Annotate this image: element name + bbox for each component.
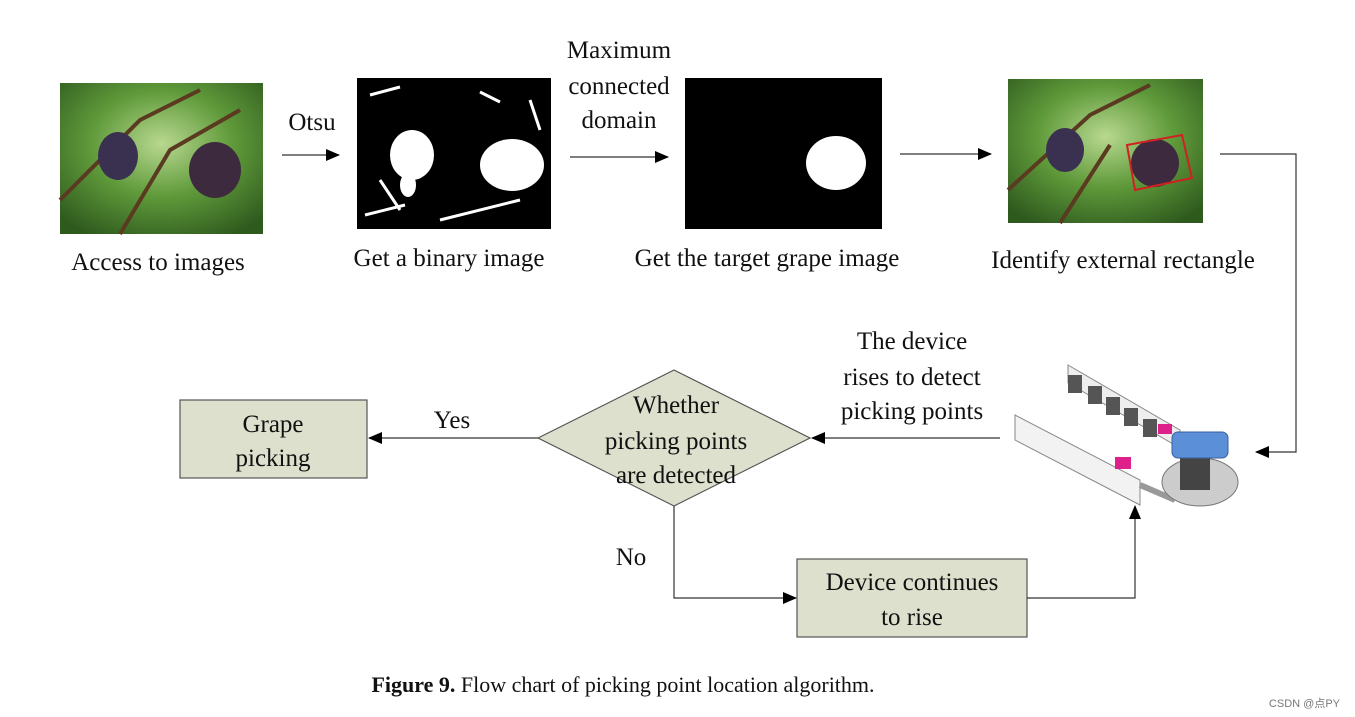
decision-line-1: Whether: [633, 392, 720, 419]
grape-picking-line-1: Grape: [242, 411, 303, 438]
decision-line-3: are detected: [616, 462, 737, 489]
step-label-target: Get the target grape image: [635, 245, 900, 272]
step-label-access: Access to images: [71, 249, 245, 276]
flowchart: Access to images Otsu Get a binary image…: [58, 37, 1341, 710]
watermark: CSDN @点PY: [1269, 697, 1341, 710]
grape-rectangle-photo: [1006, 79, 1203, 225]
max-connected-label-2: connected: [568, 73, 670, 100]
no-label: No: [616, 544, 647, 571]
arrow: [1027, 505, 1141, 599]
yes-label: Yes: [434, 407, 470, 434]
caption-text: Flow chart of picking point location alg…: [455, 672, 874, 697]
continue-line-1: Device continues: [826, 569, 999, 596]
max-connected-label-3: domain: [582, 107, 657, 134]
device-note-3: picking points: [841, 398, 983, 425]
binary-image: [357, 78, 551, 229]
grape-picking-line-2: picking: [236, 445, 311, 472]
step-label-binary: Get a binary image: [354, 245, 545, 272]
step-label-rectangle: Identify external rectangle: [991, 247, 1255, 274]
device-note-2: rises to detect: [843, 364, 981, 391]
figure-caption: Figure 9. Flow chart of picking point lo…: [371, 672, 874, 697]
otsu-label: Otsu: [288, 109, 336, 136]
grape-photo: [58, 83, 263, 236]
decision-line-2: picking points: [605, 428, 747, 455]
continue-line-2: to rise: [881, 604, 943, 631]
arrow: [1220, 153, 1297, 458]
picking-device-illustration: [1014, 364, 1239, 507]
target-grape-image: [685, 78, 882, 229]
device-note-1: The device: [857, 328, 967, 355]
caption-label: Figure 9.: [371, 672, 455, 697]
no-arrow: [673, 506, 797, 604]
max-connected-label-1: Maximum: [567, 37, 672, 64]
